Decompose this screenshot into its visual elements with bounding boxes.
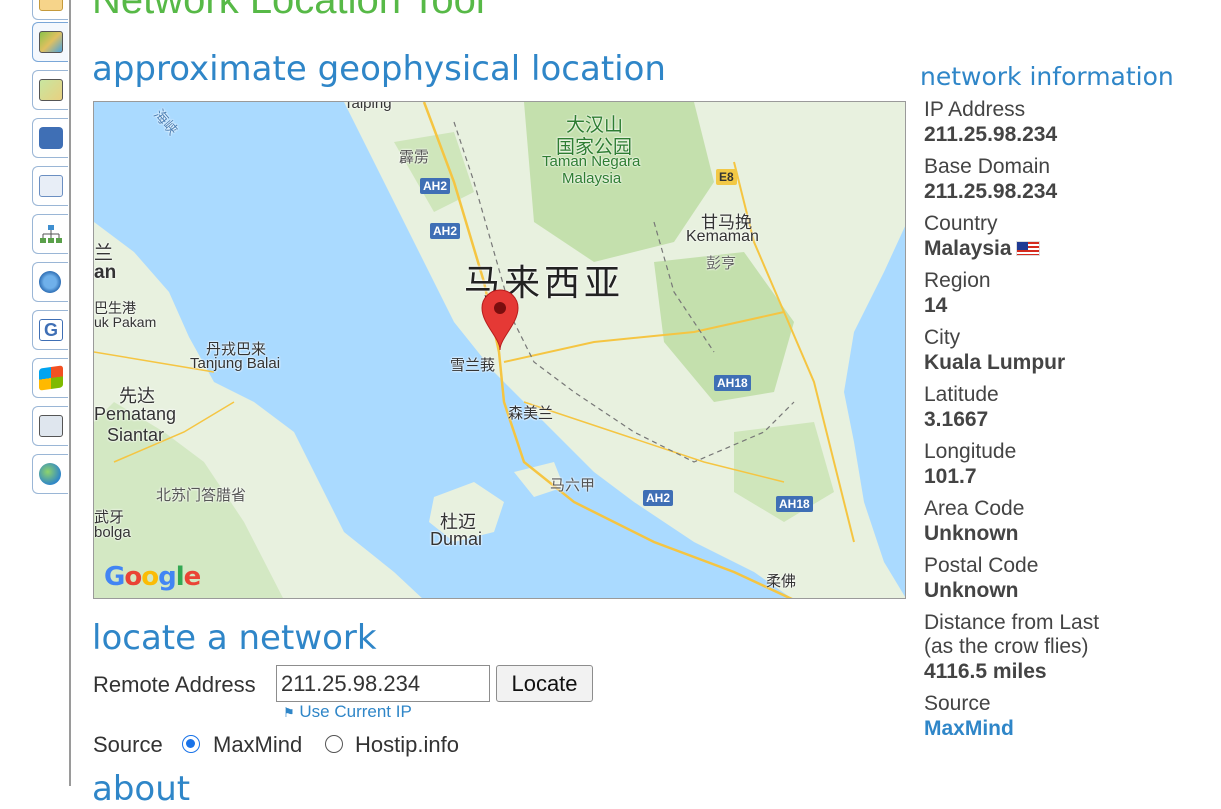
distance-sublabel: (as the crow flies)	[924, 635, 1089, 658]
toolbar-button-document[interactable]	[32, 406, 68, 446]
globe-icon	[39, 463, 61, 485]
network-map-icon	[39, 31, 63, 53]
malaysia-flag-icon	[1015, 241, 1040, 256]
map-label-park: Taman Negara	[542, 153, 641, 170]
base-domain-value: 211.25.98.234	[924, 180, 1058, 203]
toolbar-button-hierarchy[interactable]	[32, 214, 68, 254]
map-label-tanjung-balai: Tanjung Balai	[190, 355, 281, 372]
postal-code-value: Unknown	[924, 579, 1019, 602]
source-radio-maxmind[interactable]	[182, 735, 200, 753]
source-radio-hostip[interactable]	[325, 735, 343, 753]
map-label-north-sumatra-cn: 北苏门答腊省	[156, 487, 247, 504]
source-option-maxmind: MaxMind	[213, 732, 303, 757]
region-value: 14	[924, 294, 948, 317]
network-info-heading: network information	[920, 62, 1174, 91]
tool-sidebar: G	[0, 0, 71, 786]
highway-shield: AH2	[643, 490, 674, 506]
locate-button[interactable]: Locate	[496, 665, 593, 702]
map-label-perak: 霹雳	[399, 149, 430, 166]
map-label-an: an	[94, 262, 117, 283]
city-label: City	[924, 326, 961, 349]
source-label: Source	[93, 732, 163, 757]
postal-code-label: Postal Code	[924, 554, 1039, 577]
map-label-taiping: Taiping	[344, 101, 392, 112]
area-code-label: Area Code	[924, 497, 1025, 520]
use-current-ip-link[interactable]: ⚑ Use Current IP	[283, 702, 412, 722]
sidebar-divider	[69, 0, 71, 786]
remote-address-input[interactable]	[276, 665, 490, 702]
ip-address-label: IP Address	[924, 98, 1026, 121]
area-code-value: Unknown	[924, 522, 1019, 545]
latitude-value: 3.1667	[924, 408, 989, 431]
google-icon: G	[39, 319, 63, 341]
toolbar-button-help[interactable]	[32, 262, 68, 302]
map-label-selangor-cn: 雪兰莪	[450, 357, 496, 374]
map-label-malacca-cn: 马六甲	[550, 477, 596, 494]
country-row: Malaysia	[924, 236, 1204, 262]
windows-icon	[39, 365, 63, 391]
longitude-value: 101.7	[924, 465, 977, 488]
longitude-label: Longitude	[924, 440, 1017, 463]
remote-address-label: Remote Address	[93, 672, 256, 697]
highway-shield: E8	[716, 169, 737, 185]
map-label-kemaman: Kemaman	[686, 228, 759, 245]
use-current-ip-label: Use Current IP	[299, 702, 412, 721]
map-label-siantar: Siantar	[107, 425, 165, 445]
map-edit-icon	[39, 79, 63, 101]
highway-shield: AH18	[714, 375, 751, 391]
help-icon	[39, 271, 61, 293]
document-icon	[39, 415, 63, 437]
source-option-hostip: Hostip.info	[355, 732, 459, 757]
source-info-link[interactable]: MaxMind	[924, 716, 1204, 742]
map-label-pahang-cn: 彭亨	[706, 255, 737, 272]
country-value: Malaysia	[924, 237, 1012, 260]
region-label: Region	[924, 269, 991, 292]
notes-icon	[39, 0, 63, 11]
map-label-park2: Malaysia	[562, 170, 622, 187]
mail-icon	[39, 175, 63, 197]
map-label-johor-cn: 柔佛	[766, 573, 797, 590]
highway-shield: AH18	[776, 496, 813, 512]
locate-heading: locate a network	[92, 618, 377, 658]
highway-shield: AH2	[420, 178, 451, 194]
city-value: Kuala Lumpur	[924, 351, 1066, 374]
location-map[interactable]: Taiping 大汉山 国家公园 Taman Negara Malaysia 霹…	[93, 101, 906, 599]
google-logo: Google	[104, 562, 201, 592]
toolbar-button-phone[interactable]	[32, 118, 68, 158]
toolbar-button-google[interactable]: G	[32, 310, 68, 350]
phone-icon	[39, 127, 63, 149]
toolbar-button-mail[interactable]	[32, 166, 68, 206]
map-heading: approximate geophysical location	[92, 49, 666, 89]
map-label-bolga: bolga	[94, 524, 131, 541]
page-title: Network Location Tool	[92, 0, 485, 22]
flag-icon: ⚑	[283, 705, 295, 720]
hierarchy-icon	[39, 223, 63, 245]
location-marker-icon[interactable]	[480, 288, 520, 352]
map-label-uk-pakam: uk Pakam	[94, 314, 157, 330]
ip-address-value: 211.25.98.234	[924, 123, 1058, 146]
toolbar-button-globe[interactable]	[32, 454, 68, 494]
map-label-seremban-cn: 森美兰	[508, 405, 554, 422]
toolbar-button-map-edit[interactable]	[32, 70, 68, 110]
latitude-label: Latitude	[924, 383, 999, 406]
map-label-pematang: Pematang	[94, 404, 177, 424]
toolbar-button-windows[interactable]	[32, 358, 68, 398]
base-domain-label: Base Domain	[924, 155, 1051, 178]
country-label: Country	[924, 212, 998, 235]
highway-shield: AH2	[430, 223, 461, 239]
map-label-an-cn: 兰	[94, 243, 114, 264]
distance-label: Distance from Last	[924, 611, 1100, 634]
about-heading: about	[92, 769, 191, 809]
toolbar-button-notes[interactable]	[32, 0, 68, 20]
distance-value: 4116.5 miles	[924, 660, 1047, 683]
map-label-dumai: Dumai	[430, 529, 483, 549]
toolbar-button-network-map[interactable]	[32, 22, 68, 62]
network-info-panel: IP Address 211.25.98.234 Base Domain 211…	[924, 98, 1204, 749]
source-info-label: Source	[924, 692, 991, 715]
